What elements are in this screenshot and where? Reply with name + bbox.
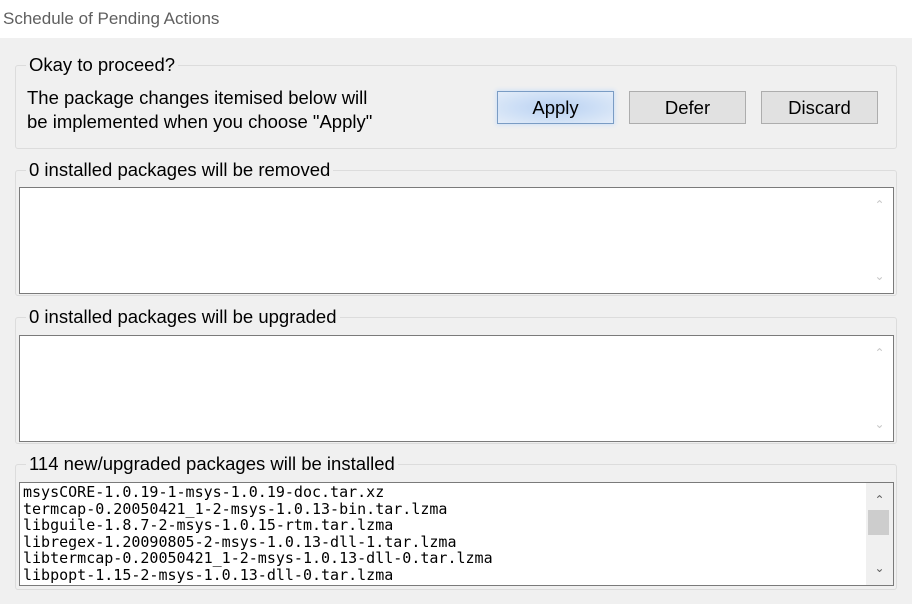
chevron-down-icon[interactable]: ⌄ [866,557,893,579]
list-item[interactable]: libpopt-1.15-2-msys-1.0.13-dll-0.tar.lzm… [23,567,493,584]
defer-button[interactable]: Defer [629,91,746,124]
chevron-down-icon[interactable]: ⌄ [866,413,893,435]
list-item[interactable]: msysCORE-1.0.19-1-msys-1.0.19-doc.tar.xz [23,484,493,501]
proceed-group: Okay to proceed? The package changes ite… [15,54,897,149]
window-edge [912,38,916,604]
removed-scrollbar[interactable]: ⌃ ⌄ [866,188,893,293]
chevron-up-icon[interactable]: ⌃ [866,489,893,511]
removed-group: 0 installed packages will be removed ⌃ ⌄ [15,159,897,296]
list-item[interactable]: libtermcap-0.20050421_1-2-msys-1.0.13-dl… [23,550,493,567]
chevron-up-icon[interactable]: ⌃ [866,194,893,216]
scrollbar-thumb[interactable] [868,510,889,535]
dialog-body: Okay to proceed? The package changes ite… [0,38,912,604]
removed-group-title: 0 installed packages will be removed [26,159,334,181]
installed-group: 114 new/upgraded packages will be instal… [15,453,897,590]
window-title: Schedule of Pending Actions [3,9,220,28]
chevron-down-icon[interactable]: ⌄ [866,265,893,287]
list-item[interactable]: libregex-1.20090805-2-msys-1.0.13-dll-1.… [23,534,493,551]
list-item[interactable]: termcap-0.20050421_1-2-msys-1.0.13-bin.t… [23,500,493,518]
list-item[interactable]: libguile-1.8.7-2-msys-1.0.15-rtm.tar.lzm… [23,517,493,534]
upgraded-group-title: 0 installed packages will be upgraded [26,306,340,328]
installed-list[interactable]: msysCORE-1.0.19-1-msys-1.0.19-doc.tar.xz… [19,482,894,586]
proceed-description-line: The package changes itemised below will [27,87,368,108]
proceed-group-title: Okay to proceed? [26,54,179,76]
proceed-description-line: be implemented when you choose "Apply" [27,111,373,132]
installed-package-list: msysCORE-1.0.19-1-msys-1.0.19-doc.tar.xz… [23,484,493,584]
upgraded-scrollbar[interactable]: ⌃ ⌄ [866,336,893,441]
proceed-description: The package changes itemised below will … [27,86,372,134]
chevron-up-icon[interactable]: ⌃ [866,342,893,364]
removed-list[interactable]: ⌃ ⌄ [19,187,894,294]
upgraded-list[interactable]: ⌃ ⌄ [19,335,894,442]
apply-button[interactable]: Apply [497,91,614,124]
discard-button[interactable]: Discard [761,91,878,124]
title-bar: Schedule of Pending Actions [0,0,916,38]
upgraded-group: 0 installed packages will be upgraded ⌃ … [15,306,897,444]
installed-scrollbar[interactable]: ⌃ ⌄ [866,483,893,585]
installed-group-title: 114 new/upgraded packages will be instal… [26,453,398,475]
